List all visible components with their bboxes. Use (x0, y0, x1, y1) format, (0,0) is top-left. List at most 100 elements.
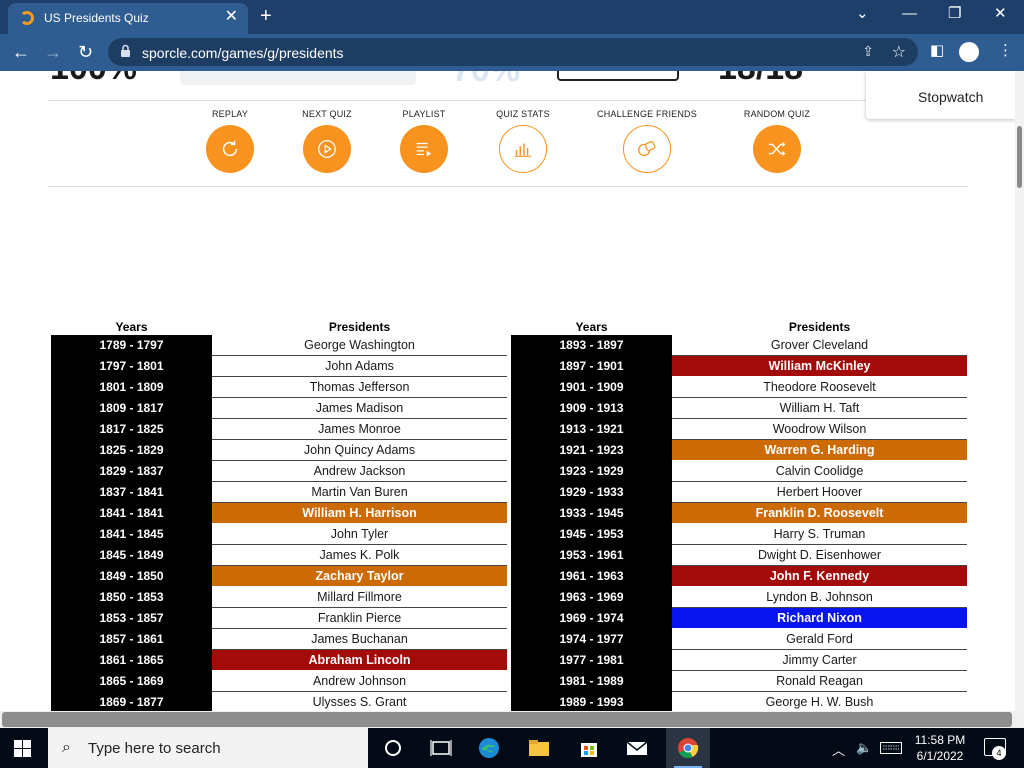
windows-start-icon[interactable] (14, 740, 31, 757)
years-cell: 1861 - 1865 (51, 650, 212, 671)
task-view-icon[interactable] (428, 736, 454, 760)
minimize-icon[interactable]: — (902, 6, 917, 22)
next-quiz-button[interactable]: NEXT QUIZ (302, 109, 352, 173)
challenge-icon[interactable] (623, 125, 671, 173)
profile-avatar[interactable] (959, 42, 979, 62)
years-header: Years (575, 320, 608, 334)
share-icon[interactable]: ⇪ (862, 43, 874, 60)
president-cell: Calvin Coolidge (672, 461, 967, 482)
give-up-button-cutoff[interactable] (557, 71, 679, 81)
tab-search-icon[interactable]: ⌄ (856, 6, 869, 22)
browser-tab[interactable]: US Presidents Quiz ✕ (8, 3, 248, 34)
president-cell: James Madison (212, 398, 507, 419)
next-quiz-label: NEXT QUIZ (302, 109, 352, 119)
bar-chart-icon[interactable] (499, 125, 547, 173)
answer-input-cutoff[interactable] (180, 71, 416, 85)
challenge-friends-button[interactable]: CHALLENGE FRIENDS (597, 109, 697, 173)
years-cell: 1901 - 1909 (511, 377, 672, 398)
quiz-stats-button[interactable]: QUIZ STATS (496, 109, 550, 173)
restore-icon[interactable]: ❐ (948, 6, 961, 22)
replay-icon[interactable] (206, 125, 254, 173)
browser-tab-strip: US Presidents Quiz ✕ + ⌄ — ❐ ✕ (0, 0, 1024, 34)
forward-icon[interactable]: → (44, 42, 62, 62)
years-cell: 1841 - 1845 (51, 524, 212, 545)
horizontal-scroll-thumb[interactable] (2, 712, 1012, 727)
playlist-button[interactable]: PLAYLIST (399, 109, 449, 173)
volume-icon[interactable]: 🔈 (856, 740, 872, 756)
table-row: 1825 - 1829 John Quincy Adams (51, 440, 507, 461)
table-row: 1841 - 1845 John Tyler (51, 524, 507, 545)
horizontal-scrollbar[interactable] (0, 711, 1024, 728)
table-row: 1853 - 1857 Franklin Pierce (51, 608, 507, 629)
tab-title: US Presidents Quiz (44, 11, 149, 25)
years-cell: 1929 - 1933 (511, 482, 672, 503)
taskbar-clock[interactable]: 11:58 PM 6/1/2022 (906, 732, 974, 764)
taskbar-search-box[interactable]: ⌕ Type here to search (48, 728, 368, 768)
bookmark-star-icon[interactable]: ☆ (892, 42, 906, 62)
president-cell: Ronald Reagan (672, 671, 967, 692)
address-bar[interactable]: sporcle.com/games/g/presidents ⇪ ☆ (108, 38, 918, 66)
reload-icon[interactable]: ↻ (78, 42, 93, 62)
shuffle-icon[interactable] (753, 125, 801, 173)
president-cell: Warren G. Harding (672, 440, 967, 461)
years-cell: 1933 - 1945 (511, 503, 672, 524)
mail-icon[interactable] (624, 736, 650, 760)
file-explorer-icon[interactable] (526, 736, 552, 760)
president-cell: William H. Taft (672, 398, 967, 419)
search-placeholder: Type here to search (88, 740, 221, 757)
years-cell: 1841 - 1841 (51, 503, 212, 524)
vertical-scroll-thumb[interactable] (1017, 126, 1022, 188)
microsoft-store-icon[interactable] (576, 736, 602, 760)
table-row: 1865 - 1869 Andrew Johnson (51, 671, 507, 692)
keyboard-icon[interactable] (880, 742, 902, 754)
new-tab-icon[interactable]: + (260, 6, 272, 26)
chrome-taskbar-button[interactable] (666, 728, 710, 768)
random-quiz-button[interactable]: RANDOM QUIZ (743, 109, 811, 173)
play-icon[interactable] (303, 125, 351, 173)
back-icon[interactable]: ← (12, 42, 30, 62)
divider-top (48, 100, 968, 101)
years-cell: 1845 - 1849 (51, 545, 212, 566)
years-cell: 1913 - 1921 (511, 419, 672, 440)
close-window-icon[interactable]: ✕ (994, 6, 1007, 22)
president-cell: George H. W. Bush (672, 692, 967, 711)
president-cell: Zachary Taylor (212, 566, 507, 587)
lock-icon (121, 44, 130, 57)
vertical-scrollbar[interactable] (1015, 71, 1024, 711)
side-panel-icon[interactable]: ◧ (930, 43, 944, 59)
president-cell: Herbert Hoover (672, 482, 967, 503)
replay-button[interactable]: REPLAY (205, 109, 255, 173)
table-row: 1809 - 1817 James Madison (51, 398, 507, 419)
close-tab-icon[interactable]: ✕ (225, 9, 238, 25)
president-cell: Grover Cleveland (672, 335, 967, 356)
years-cell: 1797 - 1801 (51, 356, 212, 377)
challenge-friends-label: CHALLENGE FRIENDS (597, 109, 697, 119)
table-row: 1861 - 1865 Abraham Lincoln (51, 650, 507, 671)
table-row: 1801 - 1809 Thomas Jefferson (51, 377, 507, 398)
years-cell: 1893 - 1897 (511, 335, 672, 356)
table-row: 1981 - 1989 Ronald Reagan (511, 671, 967, 692)
edge-browser-icon[interactable] (476, 736, 502, 760)
cortana-icon[interactable] (380, 736, 406, 760)
president-cell: Andrew Johnson (212, 671, 507, 692)
table-row: 1841 - 1841 William H. Harrison (51, 503, 507, 524)
table-row: 1893 - 1897 Grover Cleveland (511, 335, 967, 356)
table-row: 1963 - 1969 Lyndon B. Johnson (511, 587, 967, 608)
president-cell: Franklin Pierce (212, 608, 507, 629)
table-row: 1974 - 1977 Gerald Ford (511, 629, 967, 650)
stopwatch-panel[interactable]: Stopwatch (866, 71, 1016, 119)
years-cell: 1817 - 1825 (51, 419, 212, 440)
tray-chevron-icon[interactable]: ︿ (832, 740, 845, 759)
years-cell: 1849 - 1850 (51, 566, 212, 587)
president-cell: John Quincy Adams (212, 440, 507, 461)
years-cell: 1909 - 1913 (511, 398, 672, 419)
table-row: 1989 - 1993 George H. W. Bush (511, 692, 967, 711)
years-cell: 1963 - 1969 (511, 587, 672, 608)
years-cell: 1945 - 1953 (511, 524, 672, 545)
playlist-icon[interactable] (400, 125, 448, 173)
menu-icon[interactable]: ⋮ (998, 43, 1013, 59)
president-cell: Woodrow Wilson (672, 419, 967, 440)
table-row: 1923 - 1929 Calvin Coolidge (511, 461, 967, 482)
years-cell: 1857 - 1861 (51, 629, 212, 650)
president-cell: Andrew Jackson (212, 461, 507, 482)
